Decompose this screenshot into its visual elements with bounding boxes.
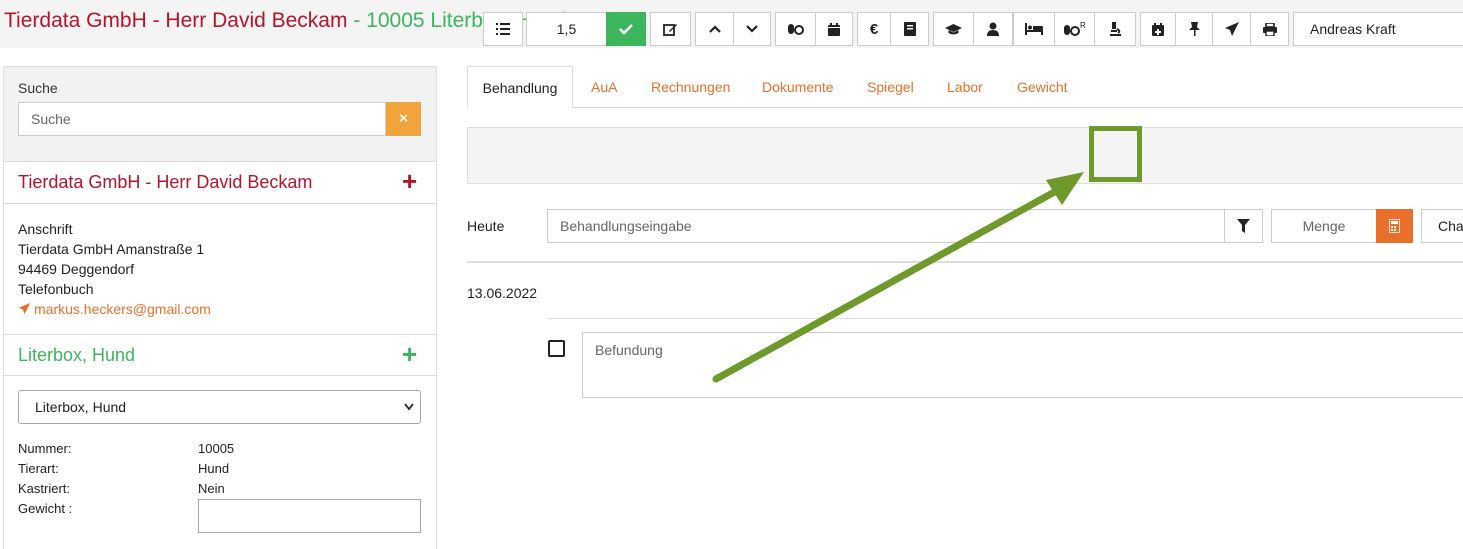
treatment-entry-input[interactable]: Behandlungseingabe — [547, 209, 1225, 243]
search-label: Suche — [18, 80, 58, 96]
info-key: Gewicht : — [18, 501, 73, 516]
thumbtack-icon — [1188, 22, 1200, 36]
user-button[interactable] — [973, 12, 1013, 46]
paper-plane-icon — [18, 302, 31, 315]
pet-name[interactable]: Literbox, Hund — [18, 345, 135, 366]
print-icon — [1262, 22, 1277, 36]
medication-button[interactable] — [775, 12, 816, 46]
owner-header: Tierdata GmbH - Herr David Beckam + — [4, 162, 436, 204]
print-button[interactable] — [1250, 12, 1289, 46]
tab-spiegel[interactable]: Spiegel — [867, 66, 914, 108]
send-button[interactable] — [1212, 12, 1251, 46]
bed-icon — [1025, 23, 1043, 35]
email-link[interactable]: markus.heckers@gmail.com — [18, 299, 211, 319]
weight-input[interactable] — [198, 499, 421, 533]
check-icon — [619, 24, 633, 35]
search-input[interactable]: Suche — [18, 102, 386, 136]
info-value: 10005 — [198, 441, 235, 456]
toolbar — [467, 127, 1463, 184]
day-label: Heute — [467, 218, 505, 234]
paper-plane-icon — [1224, 22, 1239, 36]
move-down-button[interactable] — [733, 12, 771, 46]
user-icon — [987, 22, 999, 36]
sidebar: Suche Suche × Tierdata GmbH - Herr David… — [3, 66, 437, 549]
info-key: Nummer: — [18, 441, 72, 456]
euro-icon: € — [869, 20, 879, 38]
graduation-cap-icon — [945, 23, 962, 34]
charge-field[interactable]: Cha — [1421, 209, 1463, 243]
list-button[interactable] — [483, 12, 523, 46]
befund-textarea[interactable]: Befundung — [582, 332, 1463, 398]
pet-header: Literbox, Hund + — [4, 334, 436, 376]
microscope-icon — [1109, 22, 1121, 36]
pills-icon — [788, 24, 804, 35]
euro-button[interactable]: € — [857, 12, 891, 46]
edit-icon — [663, 23, 677, 36]
email-text: markus.heckers@gmail.com — [34, 301, 211, 317]
add-pet-button[interactable]: + — [402, 339, 417, 370]
move-up-button[interactable] — [695, 12, 734, 46]
befund-checkbox[interactable] — [548, 340, 565, 357]
info-value: Hund — [198, 461, 230, 476]
calendar-button[interactable] — [815, 12, 853, 46]
tab-bar: Behandlung AuA Rechnungen Dokumente Spie… — [467, 66, 1463, 108]
calculator-icon — [1389, 219, 1400, 233]
quantity-input[interactable]: 1,5 — [526, 12, 607, 46]
pin-button[interactable] — [1175, 12, 1213, 46]
chevron-up-icon — [708, 25, 721, 33]
calendar-plus-icon — [1152, 22, 1164, 36]
calendar-icon — [828, 22, 840, 36]
info-value: Nein — [198, 481, 225, 496]
address-line2: 94469 Deggendorf — [18, 261, 134, 277]
microscope-button[interactable] — [1094, 12, 1136, 46]
svg-text:R: R — [1080, 22, 1086, 30]
clear-search-button[interactable]: × — [386, 102, 421, 136]
tab-dokumente[interactable]: Dokumente — [762, 66, 834, 108]
book-button[interactable] — [890, 12, 929, 46]
filter-button[interactable] — [1224, 209, 1263, 243]
pet-select-value: Literbox, Hund — [35, 399, 127, 415]
divider — [547, 318, 1463, 319]
title-owner: Tierdata GmbH - Herr David Beckam — [4, 9, 348, 32]
add-appointment-button[interactable] — [1140, 12, 1176, 46]
tab-gewicht[interactable]: Gewicht — [1017, 66, 1068, 108]
address-line1: Tierdata GmbH Amanstraße 1 — [18, 241, 205, 257]
pills-r-icon: R — [1063, 22, 1086, 36]
owner-address: Anschrift Tierdata GmbH Amanstraße 1 944… — [18, 219, 211, 319]
pet-select[interactable]: Literbox, Hund — [18, 390, 421, 424]
highlight-annotation — [1089, 126, 1142, 182]
search-section: Suche Suche × — [4, 67, 436, 162]
owner-name[interactable]: Tierdata GmbH - Herr David Beckam — [18, 172, 312, 193]
education-button[interactable] — [933, 12, 974, 46]
add-owner-button[interactable]: + — [402, 166, 417, 197]
history-date: 13.06.2022 — [467, 285, 538, 301]
edit-button[interactable] — [650, 12, 691, 46]
list-icon — [496, 23, 510, 35]
quantity-field[interactable]: Menge — [1271, 209, 1377, 243]
confirm-button[interactable] — [606, 12, 646, 46]
tab-rechnungen[interactable]: Rechnungen — [651, 66, 730, 108]
chevron-down-icon — [746, 25, 758, 33]
phonebook-link[interactable]: Telefonbuch — [18, 279, 211, 299]
prescription-button[interactable]: R — [1054, 12, 1095, 46]
address-title: Anschrift — [18, 221, 73, 237]
tab-aua[interactable]: AuA — [591, 66, 617, 108]
tab-labor[interactable]: Labor — [947, 66, 983, 108]
calculator-button[interactable] — [1376, 209, 1413, 243]
info-key: Tierart: — [18, 461, 59, 476]
inpatient-button[interactable] — [1013, 12, 1055, 46]
chevron-down-icon — [404, 391, 414, 436]
info-key: Kastriert: — [18, 481, 71, 496]
user-select[interactable]: Andreas Kraft — [1293, 12, 1463, 46]
filter-icon — [1237, 219, 1250, 233]
book-icon — [903, 22, 916, 36]
tab-behandlung[interactable]: Behandlung — [467, 66, 573, 108]
divider — [467, 261, 1463, 263]
title-separator: - — [347, 9, 367, 32]
